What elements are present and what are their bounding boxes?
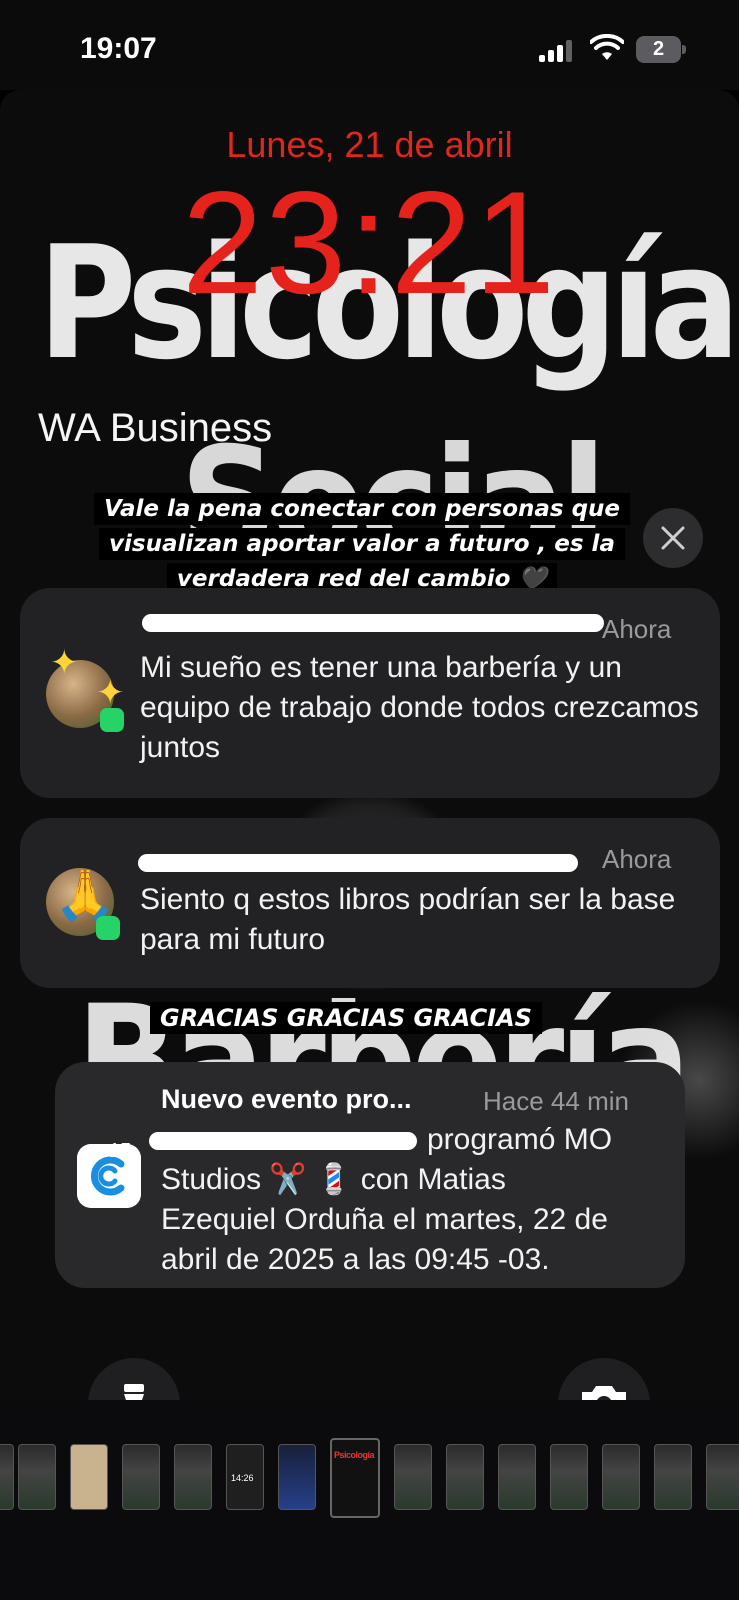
notification-message-line-4: abril de 2025 a las 09:45 -03. [161,1243,550,1276]
notification-message-line-1: programó MO [427,1123,613,1156]
story-thumbnail[interactable] [122,1444,160,1510]
flashlight-icon [124,1384,144,1400]
story-thumbnail[interactable] [278,1444,316,1510]
wa-business-label: WA Business [38,406,273,450]
story-thumbnail[interactable]: 14:26 [226,1444,264,1510]
notification-message-line-3: Ezequiel Orduña el martes, 22 de [161,1203,608,1236]
status-bar: 19:07 2 [0,0,739,90]
thumbnail-title: Psicología [334,1450,375,1460]
camera-button[interactable] [558,1358,650,1400]
notification-title: Nuevo evento pro... [161,1084,412,1114]
thumbnail-lock-time: 14:26 [231,1473,254,1483]
battery-level: 2 [652,38,665,60]
story-card[interactable]: Psicología Social Barbería Lunes, 21 de … [0,90,739,1400]
story-thumbnail[interactable] [174,1444,212,1510]
notification-card-calendar[interactable]: 15 Nuevo evento pro... Hace 44 min progr… [55,1062,685,1288]
story-thumbnail[interactable] [394,1444,432,1510]
story-thumbnail-strip: 14:26 Psicología [0,1400,739,1600]
notification-card-whatsapp-2[interactable]: 🙏 Ahora Siento q estos libros podrían se… [20,818,720,988]
redacted-sender-name [149,1132,417,1150]
notification-time: Hace 44 min [483,1086,629,1116]
praying-hands-icon: 🙏 [54,867,117,923]
story-thumbnail[interactable] [70,1444,108,1510]
redacted-sender-name [138,854,578,872]
notification-card-whatsapp-1[interactable]: ✦ ✦ Ahora Mi sueño es tener una barbería… [20,588,720,798]
status-time: 19:07 [80,32,157,65]
sparkle-icon: ✦ [96,674,125,712]
gracias-caption: GRACIAS GRACIAS GRACIAS [150,1002,542,1034]
notification-time: Ahora [602,844,672,874]
redacted-sender-name [142,614,604,632]
story-thumbnail[interactable] [0,1444,14,1510]
whatsapp-icon [96,916,120,940]
story-thumbnail[interactable] [446,1444,484,1510]
sparkle-icon: ✦ [50,644,79,682]
story-thumbnail[interactable] [550,1444,588,1510]
whatsapp-icon [100,708,124,732]
story-thumbnail[interactable] [654,1444,692,1510]
battery-icon: 2 [636,36,686,64]
story-caption-text: Vale la pena conectar con personas que v… [93,493,631,595]
app-badge-count: 15 [109,1140,132,1162]
story-caption: Vale la pena conectar con personas que v… [82,492,642,597]
story-thumbnail[interactable] [18,1444,56,1510]
close-button[interactable] [643,508,703,568]
lock-screen-date: Lunes, 21 de abril [226,124,513,165]
close-icon [661,526,685,550]
camera-icon [582,1386,626,1400]
flashlight-button[interactable] [88,1358,180,1400]
wifi-icon [590,34,624,60]
notification-time: Ahora [602,614,672,644]
lock-screen-time: 23:21 [181,161,558,324]
story-thumbnail-active[interactable]: Psicología [330,1438,380,1518]
story-thumbnail[interactable] [706,1444,739,1510]
notification-message-line-2: Studios ✂️ 💈 con Matias [161,1163,506,1196]
notification-message: Siento q estos libros podrían ser la bas… [140,883,676,956]
story-thumbnail[interactable] [602,1444,640,1510]
signal-icon [539,38,577,62]
story-thumbnail[interactable] [498,1444,536,1510]
notification-message: Mi sueño es tener una barbería y un equi… [140,651,699,764]
